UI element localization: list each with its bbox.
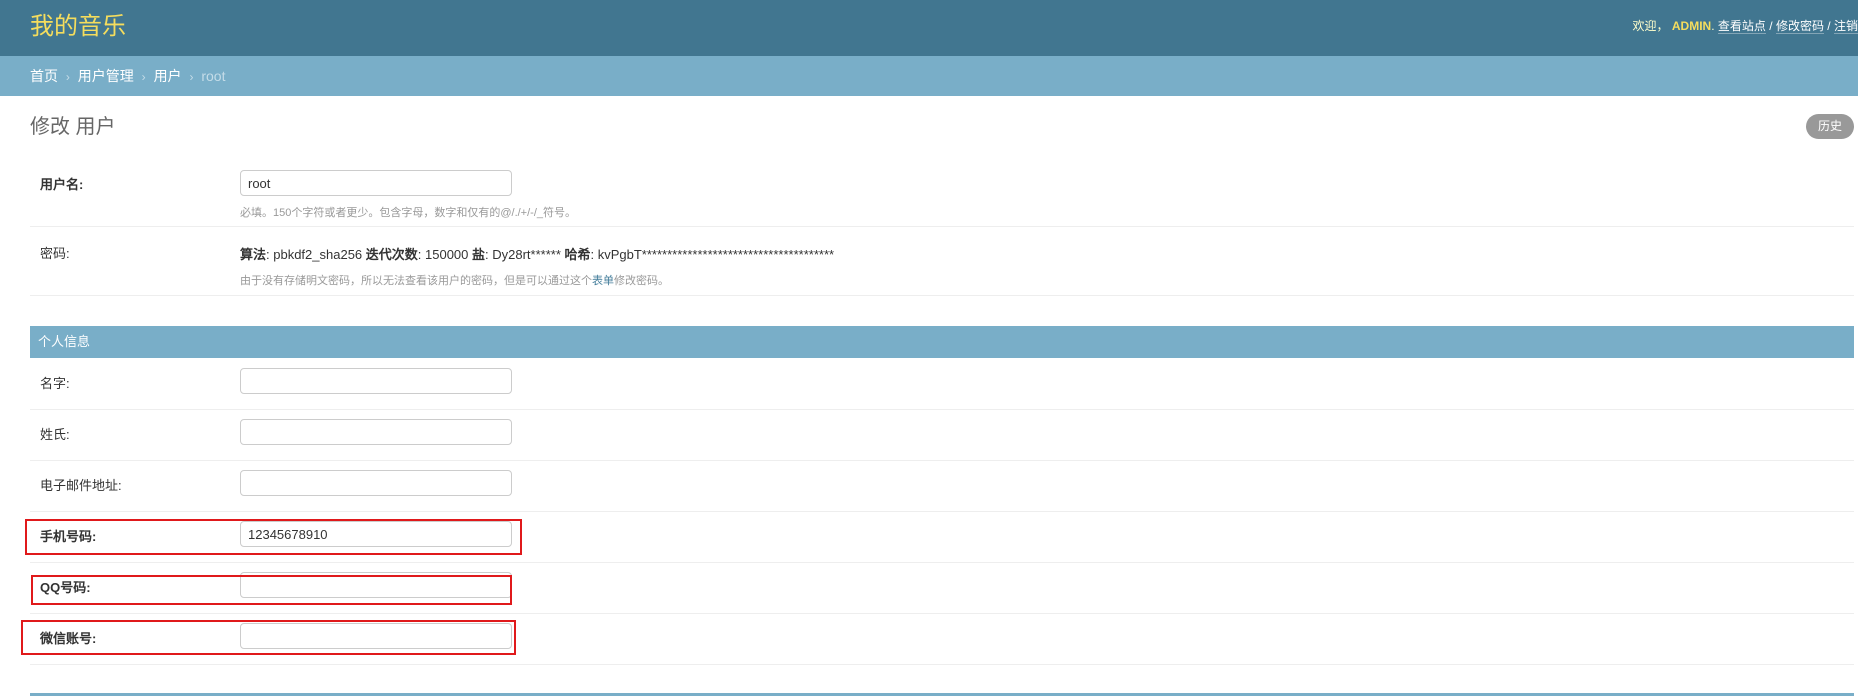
first-name-label: 名字: xyxy=(40,376,70,391)
chevron-right-icon: › xyxy=(189,70,194,84)
chevron-right-icon: › xyxy=(141,70,146,84)
algorithm-label: 算法 xyxy=(240,247,267,262)
hash-value: : kvPgbT********************************… xyxy=(590,247,835,262)
username-input[interactable] xyxy=(240,170,512,196)
view-site-link[interactable]: 查看站点 xyxy=(1717,19,1766,34)
username: ADMIN xyxy=(1671,19,1712,33)
email-row: 电子邮件地址: xyxy=(30,460,1854,512)
username-row: 用户名: 必填。150个字符或者更少。包含字母，数字和仅有的@/./+/-/_符… xyxy=(30,158,1854,227)
breadcrumb-users[interactable]: 用户 xyxy=(154,68,182,84)
qq-highlight-box xyxy=(31,575,512,605)
password-row: 密码: 算法: pbkdf2_sha256 迭代次数: 150000 盐: Dy… xyxy=(30,227,1854,296)
password-hash-summary: 算法: pbkdf2_sha256 迭代次数: 150000 盐: Dy28rt… xyxy=(240,244,834,263)
algorithm-value: : pbkdf2_sha256 xyxy=(266,247,366,262)
username-help: 必填。150个字符或者更少。包含字母，数字和仅有的@/./+/-/_符号。 xyxy=(240,207,577,219)
change-password-link[interactable]: 修改密码 xyxy=(1775,19,1824,34)
site-header: 我的音乐 欢迎， ADMIN. 查看站点 / 修改密码 / 注销 xyxy=(0,0,1858,56)
salt-label: 盐 xyxy=(472,247,486,262)
breadcrumb-current: root xyxy=(201,68,226,84)
first-name-input[interactable] xyxy=(240,368,512,394)
personal-info-header: 个人信息 xyxy=(30,326,1854,358)
password-help: 由于没有存储明文密码，所以无法查看该用户的密码，但是可以通过这个表单修改密码。 xyxy=(240,272,669,288)
last-name-label: 姓氏: xyxy=(40,427,70,442)
iterations-label: 迭代次数 xyxy=(365,247,418,262)
separator: / xyxy=(1827,19,1831,33)
salt-value: : Dy28rt****** xyxy=(485,247,565,262)
period: . xyxy=(1711,19,1715,33)
first-name-row: 名字: xyxy=(30,358,1854,410)
password-help-text: 由于没有存储明文密码，所以无法查看该用户的密码，但是可以通过这个 xyxy=(240,275,592,287)
breadcrumb-home[interactable]: 首页 xyxy=(30,68,58,84)
password-help-text-end: 修改密码。 xyxy=(614,275,669,287)
user-tools: 欢迎， ADMIN. 查看站点 / 修改密码 / 注销 xyxy=(1633,18,1858,34)
section-title: 个人信息 xyxy=(38,334,91,349)
wechat-highlight-box xyxy=(21,620,516,655)
history-button[interactable]: 历史 xyxy=(1806,114,1854,139)
change-password-form-link[interactable]: 表单 xyxy=(592,275,614,287)
phone-highlight-box xyxy=(25,519,522,555)
breadcrumb: 首页 › 用户管理 › 用户 › root xyxy=(0,56,1858,96)
logout-link[interactable]: 注销 xyxy=(1833,19,1858,34)
email-label: 电子邮件地址: xyxy=(40,478,122,493)
welcome-text: 欢迎， xyxy=(1632,19,1669,33)
password-label: 密码: xyxy=(40,246,70,261)
separator: / xyxy=(1769,19,1773,33)
breadcrumb-user-management[interactable]: 用户管理 xyxy=(78,68,134,84)
email-input[interactable] xyxy=(240,470,512,496)
username-label: 用户名: xyxy=(40,177,84,192)
chevron-right-icon: › xyxy=(65,70,70,84)
iterations-value: : 150000 xyxy=(417,247,472,262)
hash-label: 哈希 xyxy=(564,247,591,262)
site-brand[interactable]: 我的音乐 xyxy=(30,10,126,44)
page-title: 修改 用户 xyxy=(30,116,116,138)
last-name-row: 姓氏: xyxy=(30,409,1854,461)
last-name-input[interactable] xyxy=(240,419,512,445)
